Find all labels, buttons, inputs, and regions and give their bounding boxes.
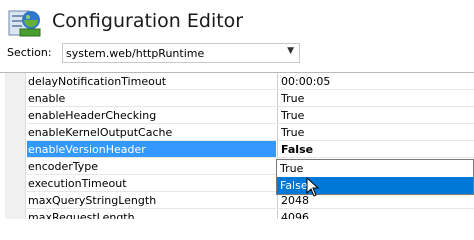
row-margin [5,141,26,158]
section-bar: Section: system.web/httpRuntime ▼ [0,42,474,64]
property-value[interactable]: 4096 [277,209,474,219]
property-row[interactable]: enable True [0,90,474,107]
property-grid: delayNotificationTimeout 00:00:05 enable… [0,72,474,219]
property-row-selected[interactable]: enableVersionHeader False [0,141,474,158]
property-name[interactable]: delayNotificationTimeout [27,73,276,90]
property-name[interactable]: enable [27,90,276,107]
section-value: system.web/httpRuntime [66,47,205,60]
dropdown-option-true[interactable]: True [277,160,473,177]
section-label: Section: [7,46,52,59]
property-name[interactable]: enableVersionHeader [27,141,276,158]
property-value[interactable]: True [277,124,474,141]
property-row[interactable]: delayNotificationTimeout 00:00:05 [0,73,474,90]
property-name[interactable]: executionTimeout [27,175,276,192]
property-name[interactable]: enableHeaderChecking [27,107,276,124]
page-title: Configuration Editor [52,10,244,32]
property-value[interactable]: True [277,107,474,124]
property-name[interactable]: maxRequestLength [27,209,276,219]
property-value[interactable]: 00:00:05 [277,73,474,90]
config-editor-icon [8,10,41,37]
row-margin [5,73,26,90]
property-value[interactable]: True [277,90,474,107]
window-header: Configuration Editor [0,0,474,42]
row-margin [5,124,26,141]
mouse-pointer-icon [306,177,320,197]
row-margin [5,175,26,192]
row-margin [5,107,26,124]
section-select[interactable]: system.web/httpRuntime ▼ [62,43,300,63]
property-row[interactable]: enableKernelOutputCache True [0,124,474,141]
property-name[interactable]: encoderType [27,158,276,175]
property-name[interactable]: enableKernelOutputCache [27,124,276,141]
property-row[interactable]: enableHeaderChecking True [0,107,474,124]
row-margin [5,192,26,209]
row-margin [5,158,26,175]
chevron-down-icon[interactable]: ▼ [287,46,294,56]
row-margin [5,90,26,107]
property-value[interactable]: False [277,141,474,158]
property-row[interactable]: maxRequestLength 4096 [0,209,474,219]
property-name[interactable]: maxQueryStringLength [27,192,276,209]
row-margin [5,209,26,219]
